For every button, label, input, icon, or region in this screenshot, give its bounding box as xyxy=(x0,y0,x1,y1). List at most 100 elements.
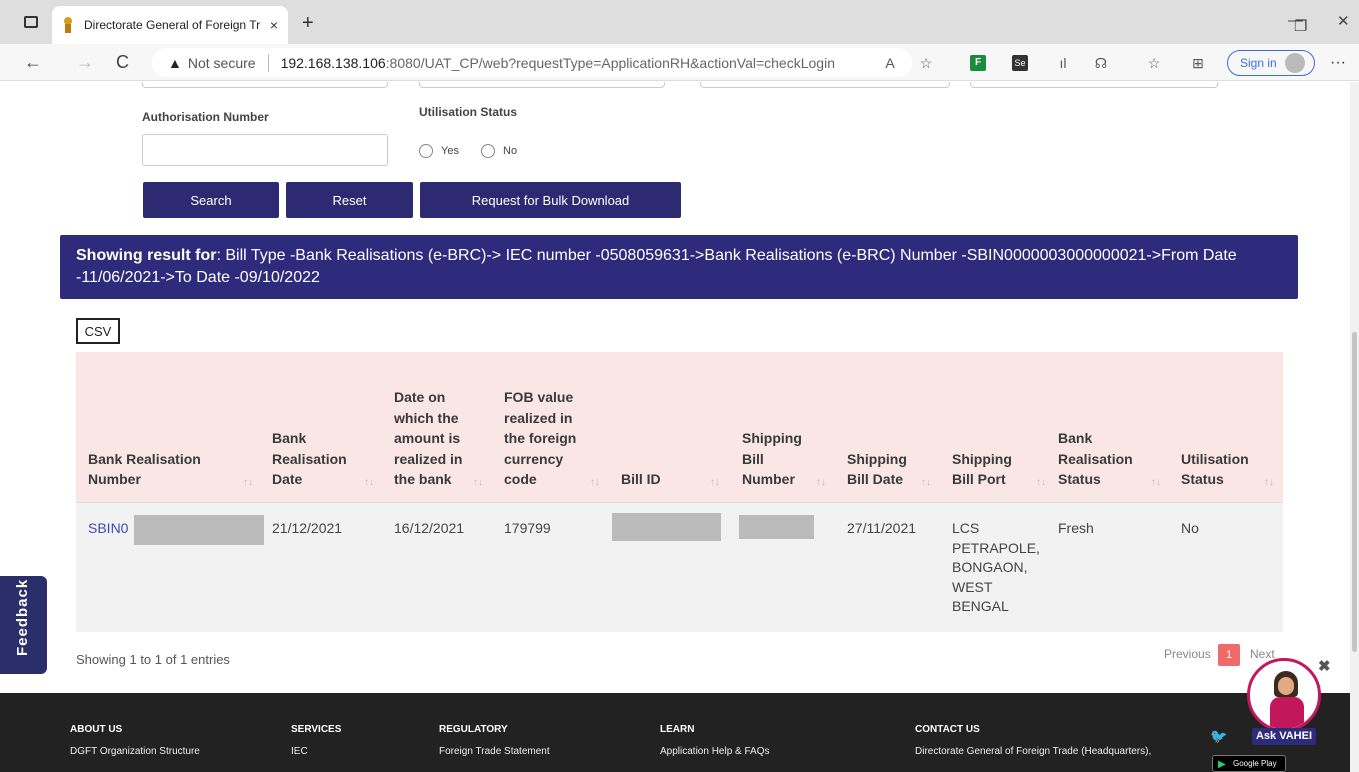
header-utilisation-status[interactable]: Utilisation Status xyxy=(1181,449,1261,490)
feedback-tab[interactable]: Feedback xyxy=(0,576,47,674)
reset-button[interactable]: Reset xyxy=(286,182,413,218)
header-brc-status[interactable]: Bank Realisation Status xyxy=(1058,428,1143,490)
url-bar[interactable]: ▲ Not secure 192.168.138.106 :8080/UAT_C… xyxy=(152,48,912,77)
twitter-icon[interactable]: 🐦 xyxy=(1210,728,1227,745)
url-separator xyxy=(267,53,269,72)
header-brc-date[interactable]: Bank Realisation Date xyxy=(272,428,362,490)
page-scrollbar[interactable] xyxy=(1350,82,1359,772)
reload-button[interactable]: C xyxy=(116,52,129,73)
csv-export-button[interactable]: CSV xyxy=(76,318,120,344)
more-menu-icon[interactable]: ··· xyxy=(1330,54,1346,72)
header-shipping-bill-date[interactable]: Shipping Bill Date xyxy=(847,449,927,490)
sort-icon[interactable]: ↑↓ xyxy=(1264,477,1274,488)
banner-prefix: Showing result for xyxy=(76,247,217,264)
entries-info: Showing 1 to 1 of 1 entries xyxy=(76,652,230,667)
footer-regulatory-heading: REGULATORY xyxy=(439,724,508,735)
utilisation-yes-radio[interactable]: Yes xyxy=(419,144,459,158)
sort-icon[interactable]: ↑↓ xyxy=(1151,477,1161,488)
partial-input-3[interactable] xyxy=(700,82,950,88)
vahei-chatbot-avatar[interactable] xyxy=(1247,658,1321,732)
utilisation-status-label: Utilisation Status xyxy=(419,105,518,119)
extension-se-icon[interactable]: Se xyxy=(1012,55,1028,71)
footer-about-link[interactable]: DGFT Organization Structure xyxy=(70,746,200,757)
url-host: 192.168.138.106 xyxy=(280,54,386,71)
authorisation-number-input[interactable] xyxy=(142,134,388,166)
avatar-body xyxy=(1270,697,1304,729)
browser-tab[interactable]: Directorate General of Foreign Tr × xyxy=(52,6,288,44)
ask-vahei-button[interactable]: Ask VAHEI xyxy=(1252,728,1316,745)
radio-yes-label: Yes xyxy=(441,145,459,157)
window-close-button[interactable]: ✕ xyxy=(1337,12,1350,30)
address-bar-row: ← → C ▲ Not secure 192.168.138.106 :8080… xyxy=(0,44,1359,81)
header-shipping-bill-number[interactable]: Shipping Bill Number xyxy=(742,428,817,490)
favorites-icon[interactable]: ☆ xyxy=(1146,55,1162,71)
footer-services-link[interactable]: IEC xyxy=(291,746,308,757)
profile-avatar-icon xyxy=(1284,53,1305,73)
radio-circle-icon xyxy=(481,144,495,158)
feedback-label: Feedback xyxy=(14,578,31,656)
footer-contact-link[interactable]: Directorate General of Foreign Trade (He… xyxy=(915,746,1151,757)
search-button[interactable]: Search xyxy=(143,182,279,218)
new-tab-button[interactable]: + xyxy=(302,12,314,35)
result-banner: Showing result for: Bill Type -Bank Real… xyxy=(60,235,1298,299)
header-realized-date[interactable]: Date on which the amount is realized in … xyxy=(394,387,474,490)
brc-number-link[interactable]: SBIN0 xyxy=(88,519,128,539)
tab-close-icon[interactable]: × xyxy=(270,17,278,33)
previous-page-link[interactable]: Previous xyxy=(1164,647,1211,661)
header-bill-id[interactable]: Bill ID xyxy=(621,469,701,490)
sort-icon[interactable]: ↑↓ xyxy=(364,477,374,488)
site-footer: ABOUT US DGFT Organization Structure SER… xyxy=(0,693,1350,772)
results-table: Bank Realisation Number ↑↓ Bank Realisat… xyxy=(76,352,1283,632)
sort-icon[interactable]: ↑↓ xyxy=(816,477,826,488)
warning-icon: ▲ xyxy=(168,54,182,71)
sign-in-button[interactable]: Sign in xyxy=(1227,50,1315,76)
scrollbar-thumb[interactable] xyxy=(1352,332,1357,652)
header-shipping-bill-port[interactable]: Shipping Bill Port xyxy=(952,449,1028,490)
chatbot-close-icon[interactable]: ✖ xyxy=(1318,657,1331,675)
page-content: Authorisation Number Utilisation Status … xyxy=(0,82,1350,772)
page-1-button[interactable]: 1 xyxy=(1218,644,1240,666)
redacted-brc-number xyxy=(134,515,264,545)
collections-icon[interactable]: ⊞ xyxy=(1190,55,1206,71)
footer-regulatory-link[interactable]: Foreign Trade Statement xyxy=(439,746,550,757)
restore-button[interactable]: ❐ xyxy=(1294,17,1307,35)
google-play-badge[interactable]: Google Play xyxy=(1212,755,1286,772)
shipping-bill-date-cell: 27/11/2021 xyxy=(847,520,917,536)
footer-services-heading: SERVICES xyxy=(291,724,342,735)
header-brc-number[interactable]: Bank Realisation Number xyxy=(88,449,238,490)
shipping-bill-port-cell: LCS PETRAPOLE, BONGAON, WEST BENGAL xyxy=(952,520,1040,614)
redacted-shipping-bill-number xyxy=(739,515,814,539)
tab-actions-icon[interactable] xyxy=(24,16,38,28)
utilisation-cell: No xyxy=(1181,520,1199,536)
url-path: :8080/UAT_CP/web?requestType=Application… xyxy=(385,54,835,71)
back-button[interactable]: ← xyxy=(24,52,42,73)
sort-icon[interactable]: ↑↓ xyxy=(921,477,931,488)
authorisation-number-label: Authorisation Number xyxy=(142,110,269,124)
radio-circle-icon xyxy=(419,144,433,158)
favorite-star-icon[interactable]: ☆ xyxy=(918,55,934,71)
status-cell: Fresh xyxy=(1058,520,1094,536)
partial-input-4[interactable] xyxy=(970,82,1218,88)
sort-icon[interactable]: ↑↓ xyxy=(590,477,600,488)
partial-input-2[interactable] xyxy=(419,82,665,88)
read-aloud-icon[interactable]: A xyxy=(882,55,898,71)
sort-icon[interactable]: ↑↓ xyxy=(473,477,483,488)
fob-value-cell: 179799 xyxy=(504,520,551,536)
partial-input-1[interactable] xyxy=(142,82,388,88)
not-secure-label[interactable]: Not secure xyxy=(188,55,256,71)
bulk-download-button[interactable]: Request for Bulk Download xyxy=(420,182,681,218)
sign-in-label: Sign in xyxy=(1240,56,1277,70)
extension-chart-icon[interactable]: ıl xyxy=(1055,55,1071,71)
extension-puzzle-icon[interactable]: ☊ xyxy=(1093,55,1109,71)
extension-green-icon[interactable]: F xyxy=(970,55,986,71)
sort-icon[interactable]: ↑↓ xyxy=(710,477,720,488)
header-fob-value[interactable]: FOB value realized in the foreign curren… xyxy=(504,387,584,490)
sort-icon[interactable]: ↑↓ xyxy=(1036,477,1046,488)
next-page-link[interactable]: Next xyxy=(1250,647,1275,661)
footer-learn-link[interactable]: Application Help & FAQs xyxy=(660,746,770,757)
footer-learn-heading: LEARN xyxy=(660,724,695,735)
table-header: Bank Realisation Number ↑↓ Bank Realisat… xyxy=(76,352,1283,502)
forward-button[interactable]: → xyxy=(76,52,94,73)
utilisation-no-radio[interactable]: No xyxy=(481,144,517,158)
sort-icon[interactable]: ↑↓ xyxy=(243,477,253,488)
